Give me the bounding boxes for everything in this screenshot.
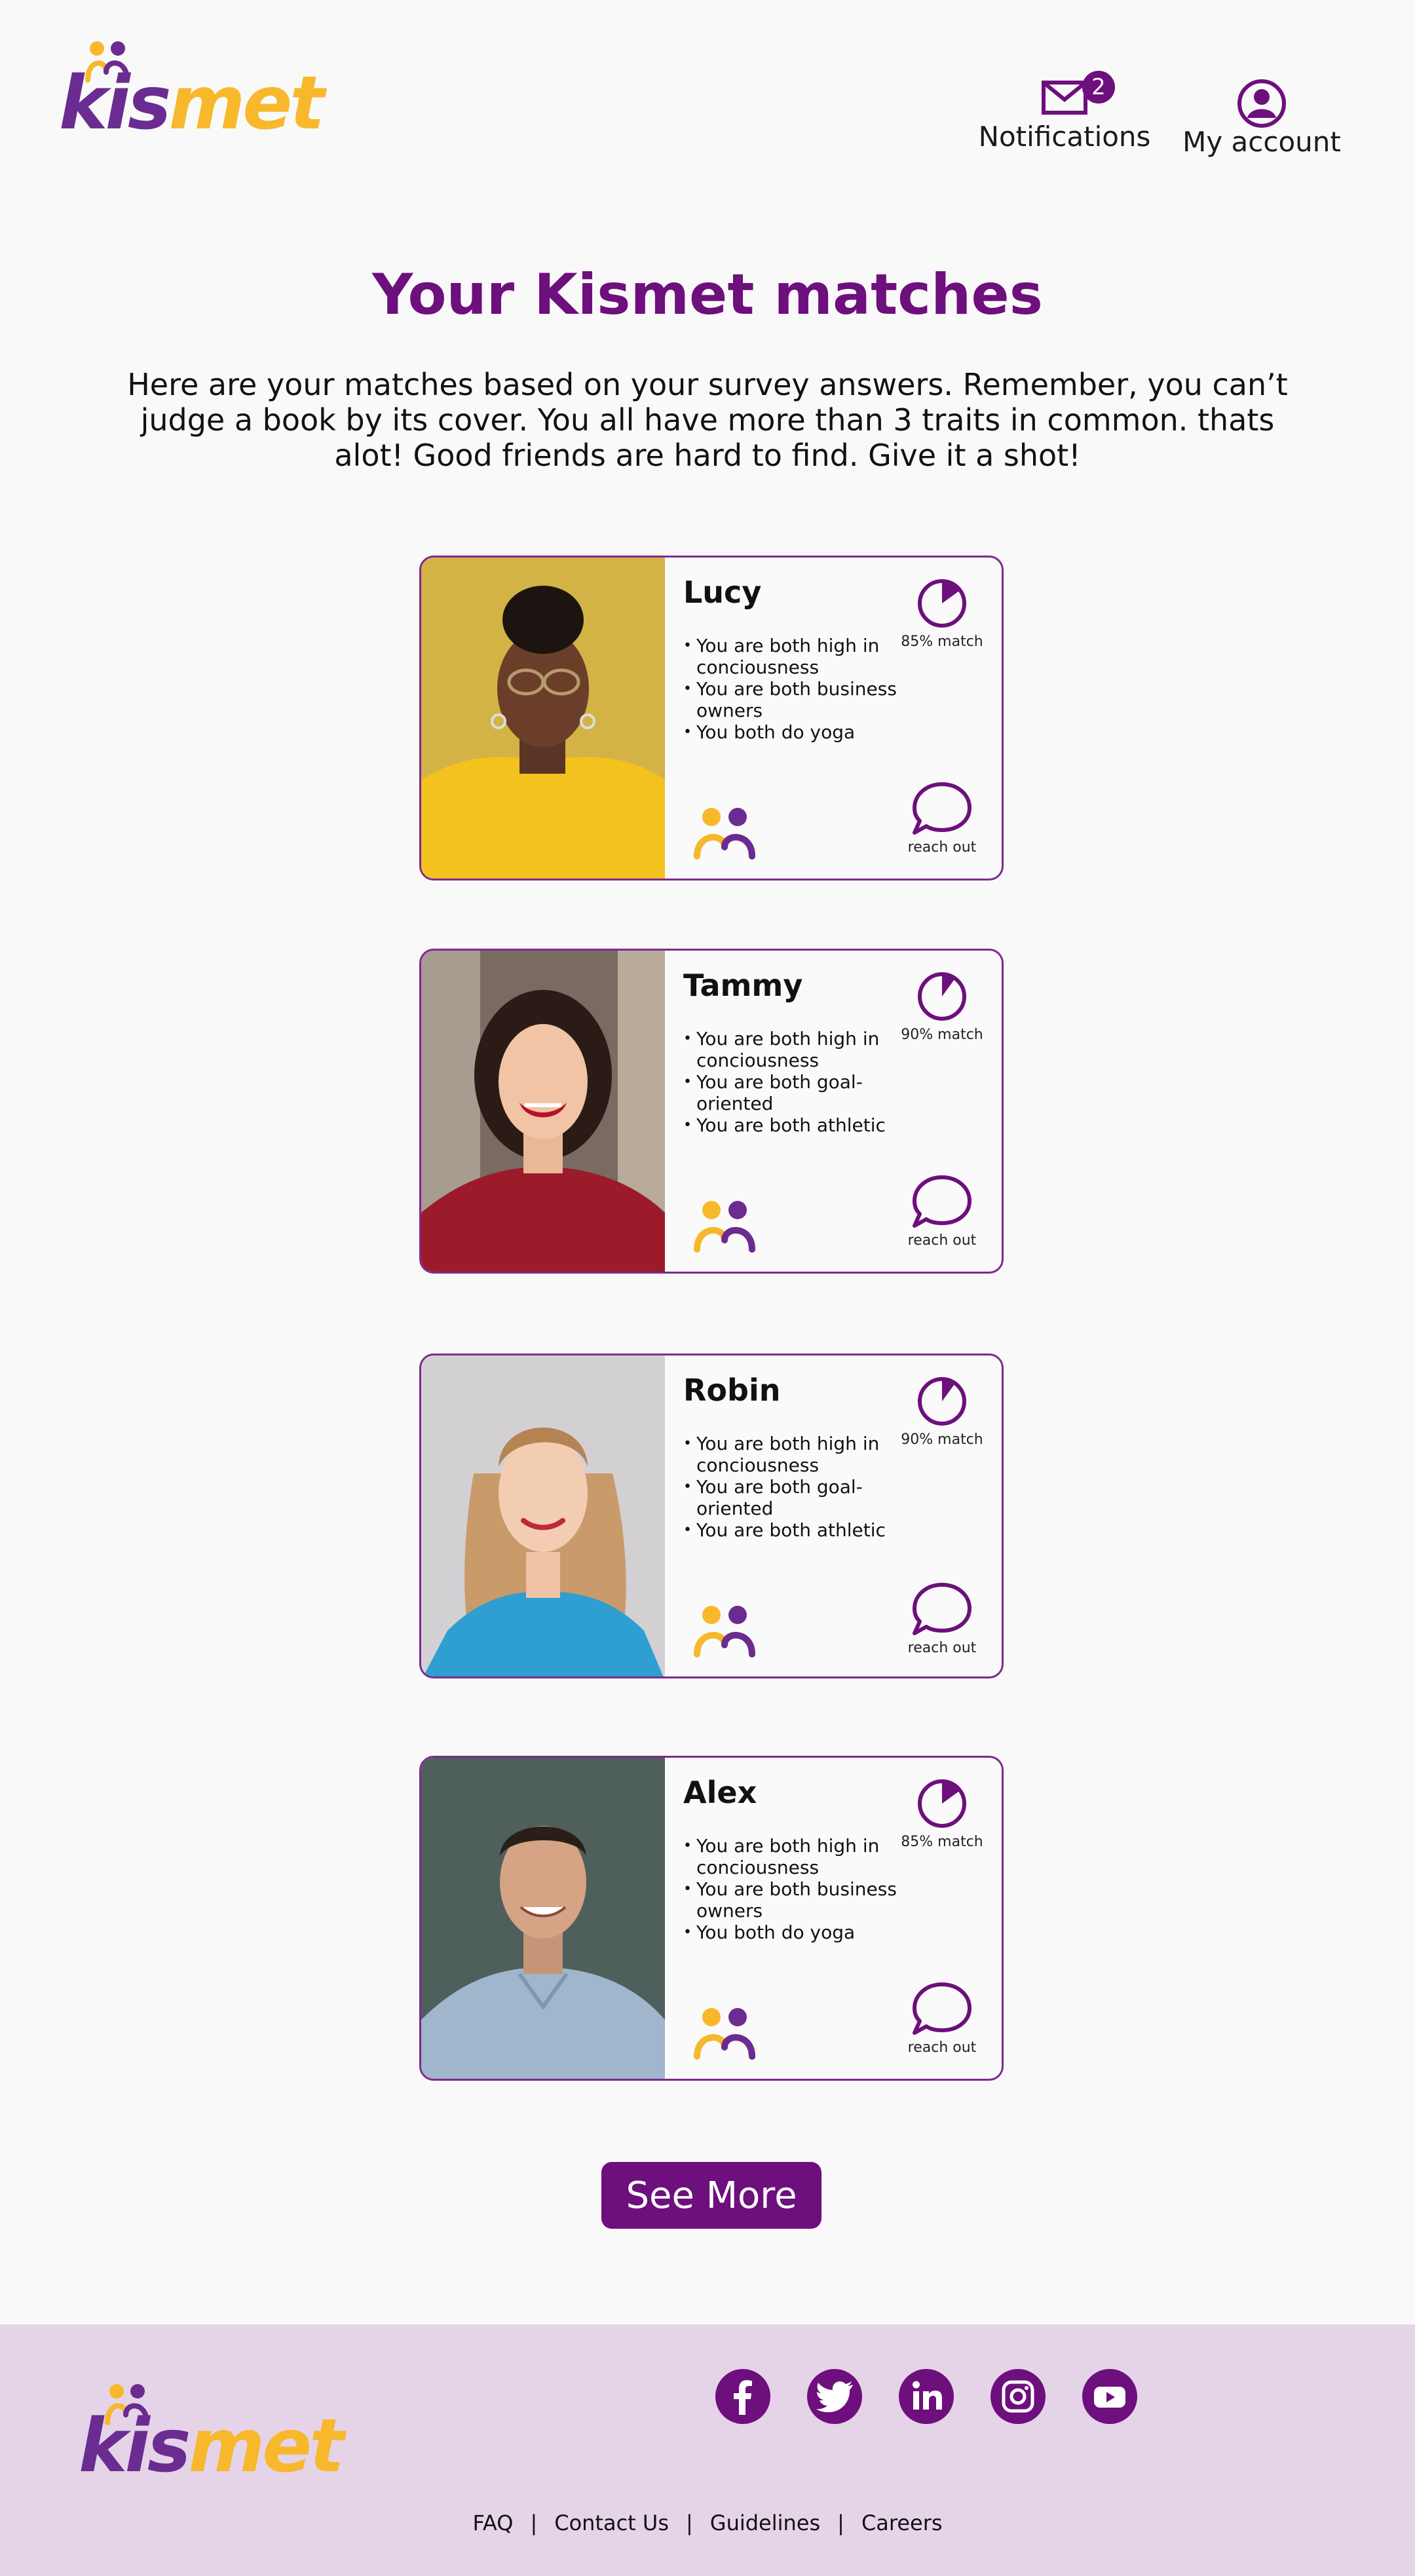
match-card[interactable]: Tammy You are both high in conciousness …: [419, 949, 1004, 1274]
reach-out-label: reach out: [907, 839, 977, 856]
notifications-count-badge: 2: [1082, 71, 1115, 104]
match-pie-icon: [918, 972, 966, 1021]
friends-icon: [694, 1606, 755, 1657]
match-name: Robin: [683, 1373, 781, 1408]
trait-item: You are both business owners: [683, 678, 906, 721]
friends-icon: [694, 808, 755, 860]
match-pie-icon: [918, 1377, 966, 1426]
match-percent-label: 90% match: [901, 1431, 983, 1448]
linkedin-icon[interactable]: [899, 2369, 954, 2424]
logo-wordmark: kismet: [59, 61, 325, 146]
profile-photo: [421, 1758, 665, 2079]
match-score: 85% match: [893, 577, 991, 650]
trait-item: You are both goal-oriented: [683, 1476, 906, 1519]
reach-out-button[interactable]: reach out: [893, 1581, 991, 1656]
trait-item: You are both high in conciousness: [683, 635, 906, 678]
friends-icon: [694, 1201, 755, 1253]
reach-out-label: reach out: [907, 1232, 977, 1249]
match-wedge: [942, 581, 960, 603]
see-more-button[interactable]: See More: [601, 2162, 821, 2229]
match-score: 90% match: [893, 970, 991, 1043]
trait-item: You are both high in conciousness: [683, 1028, 906, 1071]
trait-list: You are both high in conciousness You ar…: [683, 1028, 906, 1136]
trait-item: You are both goal-oriented: [683, 1071, 906, 1114]
trait-list: You are both high in conciousness You ar…: [683, 1835, 906, 1943]
footer-links: FAQ | Contact Us | Guidelines | Careers: [0, 2510, 1415, 2535]
chat-bubble-icon: [913, 1175, 972, 1228]
match-card[interactable]: Lucy You are both high in conciousness Y…: [419, 556, 1004, 881]
match-pie-icon: [918, 1779, 966, 1828]
chat-bubble-icon: [913, 1583, 972, 1635]
trait-list: You are both high in conciousness You ar…: [683, 635, 906, 743]
reach-out-label: reach out: [907, 1640, 977, 1656]
match-card[interactable]: Robin You are both high in conciousness …: [419, 1354, 1004, 1678]
facebook-icon[interactable]: [715, 2369, 770, 2424]
footer-link-faq[interactable]: FAQ: [472, 2510, 513, 2535]
user-icon: [1237, 79, 1286, 128]
notifications-label: Notifications: [978, 121, 1151, 153]
friends-icon: [694, 2008, 755, 2060]
intro-text: Here are your matches based on your surv…: [127, 367, 1288, 473]
profile-photo: [421, 558, 665, 879]
match-percent-label: 85% match: [901, 634, 983, 650]
match-name: Tammy: [683, 968, 803, 1003]
reach-out-label: reach out: [907, 2039, 977, 2056]
instagram-icon[interactable]: [990, 2369, 1046, 2424]
logo-wordmark: kismet: [79, 2404, 345, 2489]
reach-out-button[interactable]: reach out: [893, 1173, 991, 1249]
chat-bubble-icon: [913, 782, 972, 835]
chat-bubble-icon: [913, 1982, 972, 2035]
profile-photo: [421, 951, 665, 1272]
match-score: 90% match: [893, 1375, 991, 1448]
trait-item: You both do yoga: [683, 1922, 906, 1943]
match-wedge: [942, 1379, 955, 1401]
match-percent-label: 90% match: [901, 1027, 983, 1043]
footer-separator: |: [530, 2510, 538, 2535]
reach-out-button[interactable]: reach out: [893, 780, 991, 856]
match-pie-icon: [918, 579, 966, 628]
footer-link-careers[interactable]: Careers: [861, 2510, 943, 2535]
footer-separator: |: [837, 2510, 844, 2535]
trait-list: You are both high in conciousness You ar…: [683, 1433, 906, 1541]
profile-photo: [421, 1355, 665, 1676]
envelope-icon: [1042, 81, 1087, 115]
trait-item: You both do yoga: [683, 721, 906, 743]
match-name: Lucy: [683, 575, 762, 610]
trait-item: You are both high in conciousness: [683, 1835, 906, 1878]
header-logo[interactable]: kismet: [59, 39, 325, 143]
match-name: Alex: [683, 1775, 757, 1810]
trait-item: You are both business owners: [683, 1878, 906, 1922]
match-score: 85% match: [893, 1777, 991, 1850]
footer-logo[interactable]: kismet: [79, 2382, 345, 2486]
footer-link-contact[interactable]: Contact Us: [554, 2510, 669, 2535]
match-percent-label: 85% match: [901, 1834, 983, 1850]
reach-out-button[interactable]: reach out: [893, 1980, 991, 2056]
footer-separator: |: [685, 2510, 693, 2535]
my-account-button[interactable]: My account: [1179, 77, 1344, 158]
twitter-icon[interactable]: [807, 2369, 862, 2424]
footer-link-guidelines[interactable]: Guidelines: [710, 2510, 820, 2535]
trait-item: You are both athletic: [683, 1114, 906, 1136]
youtube-icon[interactable]: [1082, 2369, 1137, 2424]
trait-item: You are both athletic: [683, 1519, 906, 1541]
trait-item: You are both high in conciousness: [683, 1433, 906, 1476]
page-title: Your Kismet matches: [372, 262, 1043, 328]
match-wedge: [942, 974, 955, 996]
my-account-label: My account: [1182, 126, 1341, 158]
notifications-button[interactable]: Notifications: [976, 73, 1153, 153]
match-card[interactable]: Alex You are both high in conciousness Y…: [419, 1756, 1004, 2081]
match-wedge: [942, 1781, 960, 1804]
